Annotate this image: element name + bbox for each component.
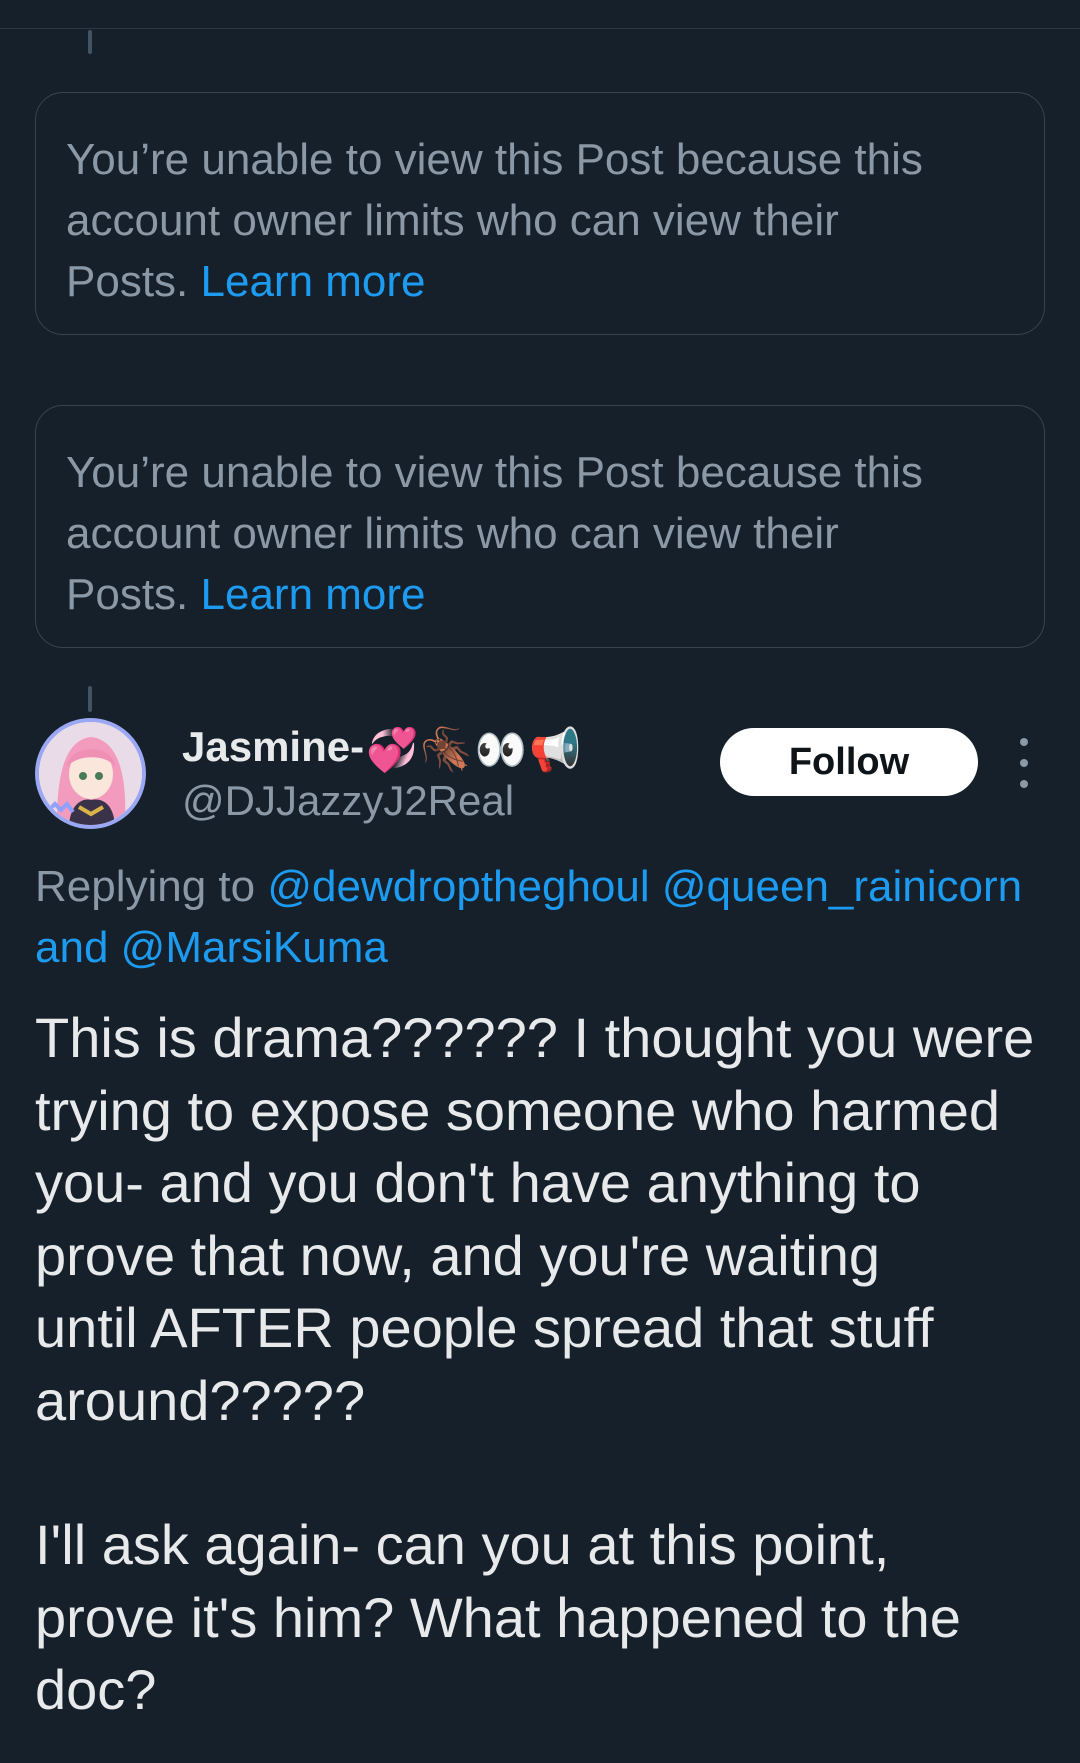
tweet-line: I'll ask again- can you at this point, bbox=[35, 1513, 890, 1576]
more-vertical-icon[interactable] bbox=[1010, 738, 1038, 788]
tweet-line: doc? bbox=[35, 1658, 157, 1721]
display-name[interactable]: Jasmine-💞🪳👀📢 bbox=[182, 722, 581, 775]
restricted-line: Posts. bbox=[66, 570, 189, 619]
user-handle[interactable]: @DJJazzyJ2Real bbox=[182, 776, 514, 826]
thread-connector bbox=[88, 686, 92, 712]
mention-link[interactable]: @queen_rainicorn bbox=[662, 862, 1022, 911]
restricted-line: account owner limits who can view their bbox=[66, 509, 839, 558]
dot bbox=[1020, 738, 1028, 746]
tweet-line: This is drama?????? I thought you were bbox=[35, 1006, 1035, 1069]
dot bbox=[1020, 759, 1028, 767]
eyes-emoji-icon: 👀 bbox=[474, 725, 527, 773]
restricted-line: account owner limits who can view their bbox=[66, 196, 839, 245]
dot bbox=[1020, 780, 1028, 788]
display-name-text: Jasmine- bbox=[182, 723, 365, 770]
cockroach-emoji-icon: 🪳 bbox=[420, 725, 473, 773]
restricted-post-message: You’re unable to view this Post because … bbox=[66, 129, 1014, 312]
tweet-body: This is drama?????? I thought you were t… bbox=[35, 1002, 1055, 1727]
avatar[interactable] bbox=[35, 718, 146, 829]
mention-link[interactable]: @MarsiKuma bbox=[121, 923, 388, 972]
replying-to: Replying to @dewdroptheghoul @queen_rain… bbox=[35, 856, 1075, 978]
restricted-post-card: You’re unable to view this Post because … bbox=[35, 92, 1045, 335]
megaphone-emoji-icon: 📢 bbox=[528, 725, 582, 773]
replying-prefix: Replying to bbox=[35, 862, 256, 911]
tweet-line: prove that now, and you're waiting bbox=[35, 1223, 881, 1287]
follow-button[interactable]: Follow bbox=[720, 728, 978, 796]
learn-more-link[interactable]: Learn more bbox=[201, 257, 426, 306]
tweet-line: trying to expose someone who harmed bbox=[35, 1078, 1000, 1142]
restricted-line: Posts. bbox=[66, 257, 189, 306]
tweet-line: around????? bbox=[35, 1368, 366, 1432]
restricted-post-card: You’re unable to view this Post because … bbox=[35, 405, 1045, 648]
restricted-line: You’re unable to view this Post because … bbox=[66, 135, 923, 184]
tweet-line: until AFTER people spread that stuff bbox=[35, 1296, 934, 1359]
learn-more-link[interactable]: Learn more bbox=[201, 570, 426, 619]
mention-link-and[interactable]: and bbox=[35, 923, 108, 972]
mention-link[interactable]: @dewdroptheghoul bbox=[267, 862, 649, 911]
tweet-line: you- and you don't have anything to bbox=[35, 1151, 921, 1214]
thread-connector-top bbox=[88, 30, 92, 54]
restricted-line: You’re unable to view this Post because … bbox=[66, 448, 923, 497]
anime-avatar-icon bbox=[39, 722, 142, 825]
hearts-emoji-icon: 💞 bbox=[366, 725, 419, 773]
tweet-line: prove it's him? What happened to the bbox=[35, 1585, 961, 1649]
restricted-post-message: You’re unable to view this Post because … bbox=[66, 442, 1014, 625]
top-divider bbox=[0, 28, 1080, 29]
